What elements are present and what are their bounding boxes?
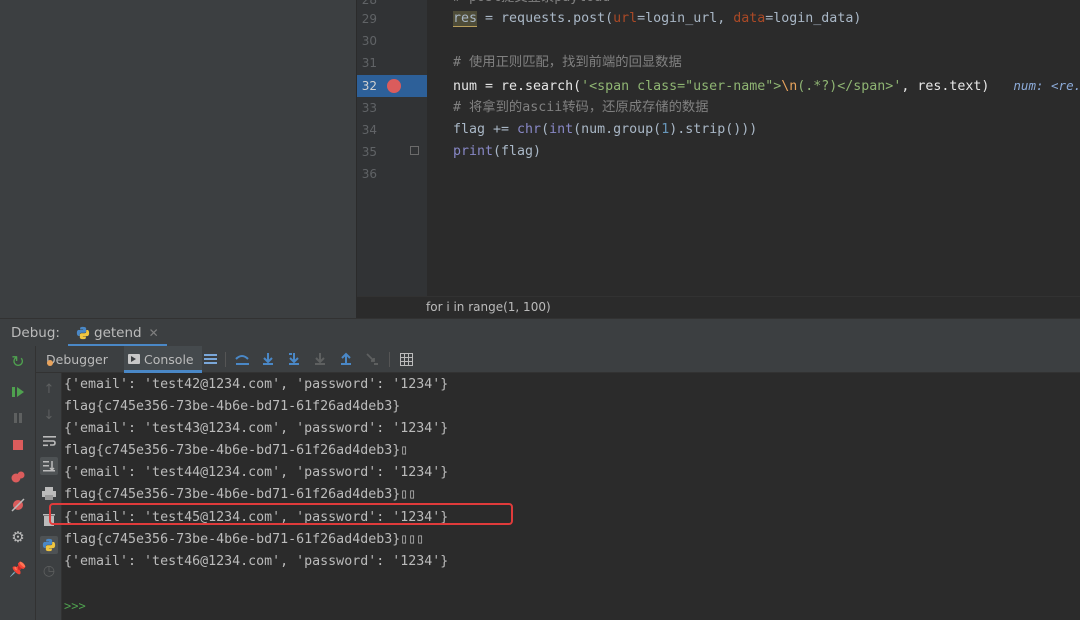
tab-getend[interactable]: getend ✕: [68, 319, 167, 347]
line-number: 34: [361, 123, 377, 137]
resume-icon[interactable]: [9, 383, 27, 401]
toolbar-divider: [389, 352, 390, 367]
line-number: 33: [361, 101, 377, 115]
line-number: 30: [361, 34, 377, 48]
breadcrumb[interactable]: for i in range(1, 100): [426, 300, 551, 314]
console-line: flag{c745e356-73be-4b6e-bd71-61f26ad4deb…: [64, 399, 401, 414]
tab-console[interactable]: Console: [124, 346, 202, 373]
pause-icon[interactable]: [9, 409, 27, 427]
settings-icon[interactable]: ⚙: [9, 528, 27, 546]
down-arrow-icon: ↓: [43, 407, 55, 423]
debug-tool-window-header: Debug: getend ✕: [0, 318, 1080, 347]
line-number-current: 32: [361, 79, 377, 93]
rerun-icon[interactable]: ↻: [9, 352, 27, 371]
scroll-to-end-icon[interactable]: [40, 457, 58, 475]
console-line: flag{c745e356-73be-4b6e-bd71-61f26ad4deb…: [64, 443, 409, 458]
view-breakpoints-icon[interactable]: [9, 468, 27, 486]
breakpoint-icon[interactable]: [387, 79, 401, 93]
stop-icon[interactable]: [9, 436, 27, 454]
clock-icon: ◷: [42, 563, 56, 579]
tab-debugger[interactable]: Debugger: [46, 346, 108, 373]
mute-breakpoints-icon[interactable]: [9, 496, 27, 514]
code-line: # 使用正则匹配，找到前端的回显数据: [453, 55, 682, 70]
code-editor[interactable]: # post提交登录payload res = requests.post(ur…: [427, 0, 1080, 296]
code-line-current: num = re.search('<span class="user-name"…: [453, 78, 1080, 94]
debugger-tabs-bar: Debugger Console: [36, 346, 1080, 373]
console-prompt[interactable]: >>>: [64, 595, 86, 617]
console-tools-column: ↑ ↓ ◷: [36, 373, 62, 620]
code-line: flag += chr(int(num.group(1).strip())): [453, 122, 758, 137]
step-over-icon[interactable]: [260, 351, 276, 367]
console-line: {'email': 'test42@1234.com', 'password':…: [64, 377, 449, 392]
console-line: {'email': 'test43@1234.com', 'password':…: [64, 421, 449, 436]
print-icon[interactable]: [40, 484, 58, 502]
pin-icon[interactable]: 📌: [9, 561, 27, 579]
console-line: flag{c745e356-73be-4b6e-bd71-61f26ad4deb…: [64, 532, 425, 547]
line-number: 35: [361, 145, 377, 159]
run-to-cursor-icon: [364, 351, 380, 367]
tab-console-label: Console: [144, 352, 194, 367]
console-line: {'email': 'test46@1234.com', 'password':…: [64, 554, 449, 569]
up-arrow-icon: ↑: [43, 381, 55, 397]
tab-label: getend: [94, 325, 142, 341]
python-icon: [76, 326, 90, 340]
line-number: 29: [361, 12, 377, 26]
debug-left-toolbar: ↻ ⚙ 📌: [0, 346, 36, 620]
code-line: # 将拿到的ascii转码，还原成存储的数据: [453, 100, 709, 115]
step-out-icon[interactable]: [338, 351, 354, 367]
menu-icon[interactable]: [202, 351, 218, 367]
show-execution-point-icon[interactable]: [234, 351, 250, 367]
fold-marker-icon[interactable]: [410, 146, 419, 155]
debugger-badge-icon: [47, 360, 53, 366]
line-number: 36: [361, 167, 377, 181]
console-icon: [128, 354, 140, 364]
python-console-icon[interactable]: [40, 536, 58, 554]
evaluate-expression-icon[interactable]: [398, 351, 414, 367]
inline-value-hint: num: <re.: [1013, 78, 1080, 93]
close-icon[interactable]: ✕: [149, 326, 159, 340]
breadcrumb-bar: for i in range(1, 100): [357, 296, 1080, 318]
console-line: {'email': 'test44@1234.com', 'password':…: [64, 465, 449, 480]
toolbar-divider: [225, 352, 226, 367]
console-output[interactable]: {'email': 'test42@1234.com', 'password':…: [62, 373, 1080, 620]
debug-title: Debug:: [11, 325, 60, 341]
code-line: res = requests.post(url=login_url, data=…: [453, 11, 862, 27]
code-line: print(flag): [453, 144, 542, 159]
step-into-icon[interactable]: [286, 351, 302, 367]
annotation-highlight-box: [49, 503, 513, 525]
step-into-my-code-icon: [312, 351, 328, 367]
line-number: 31: [361, 56, 377, 70]
project-panel: [0, 0, 357, 318]
soft-wrap-icon[interactable]: [40, 432, 58, 450]
